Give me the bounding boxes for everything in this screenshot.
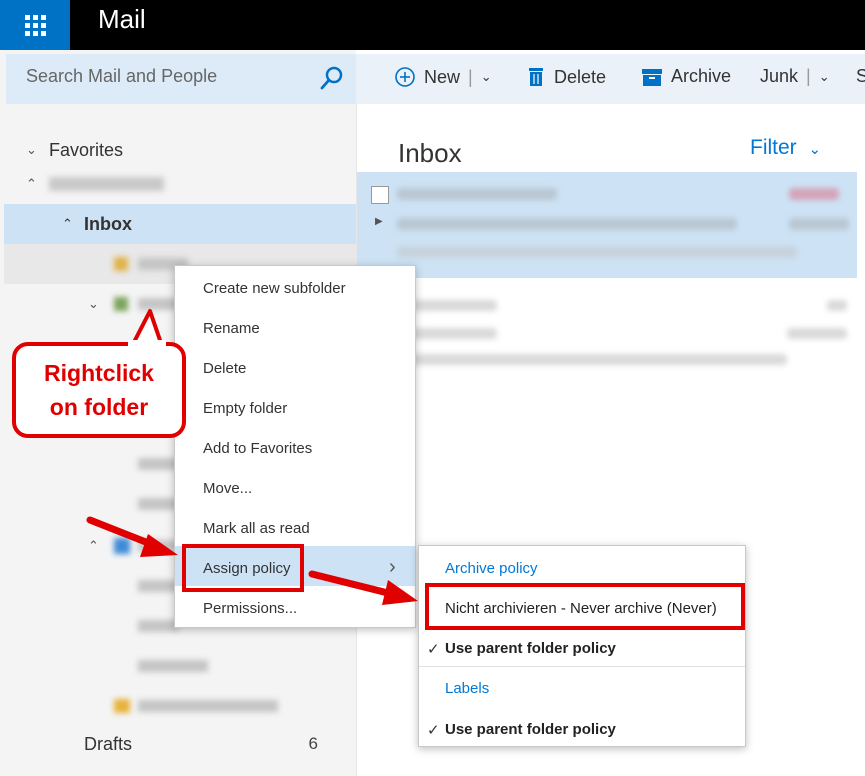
arrow-to-never-archive [308,570,396,598]
arrow-head-assign-policy [140,534,178,557]
arrow-head-never-archive [382,580,418,605]
annotation-arrows [86,309,418,605]
